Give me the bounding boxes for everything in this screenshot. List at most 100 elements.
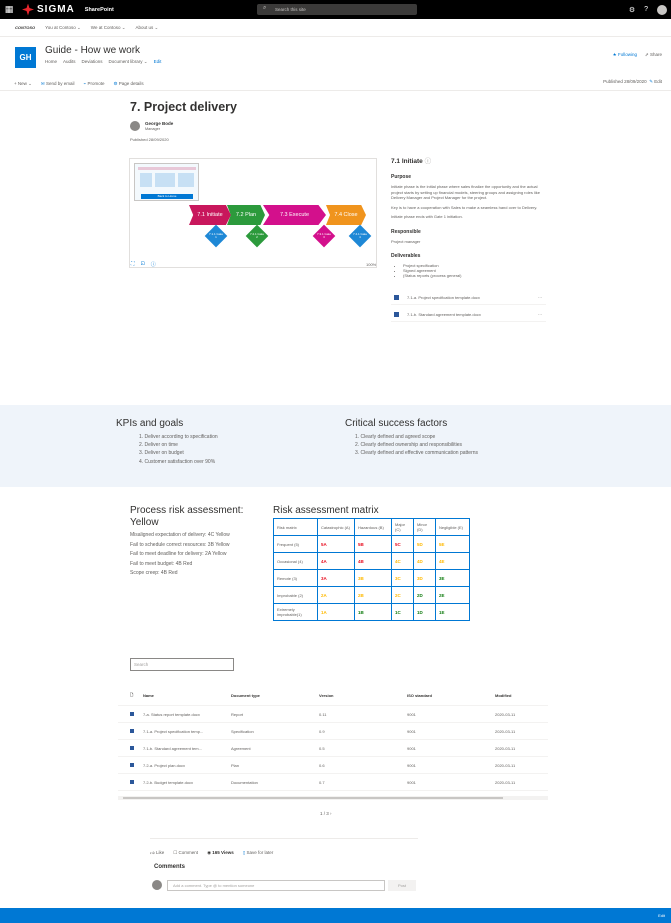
gate-2-label: 7.2.1 Gate 2 bbox=[249, 231, 264, 240]
table-row[interactable]: 7.1-b. Standard agreement tem... Agreeme… bbox=[118, 740, 548, 757]
site-title[interactable]: Guide - How we work bbox=[45, 45, 140, 56]
gear-icon[interactable]: ⚙ bbox=[629, 6, 635, 14]
matrix-row-label: Frequent (5) bbox=[273, 535, 318, 553]
author-avatar[interactable] bbox=[130, 121, 140, 131]
file-name[interactable]: 7-a. Status report template.docx bbox=[143, 712, 231, 717]
help-icon[interactable]: ? bbox=[644, 6, 648, 13]
column-header-modified[interactable]: Modified bbox=[495, 693, 548, 698]
table-row[interactable]: 7.2-b. Budget template.docx Documentatio… bbox=[118, 774, 548, 791]
hub-logo[interactable]: CONTOSO bbox=[15, 25, 35, 30]
info-icon[interactable]: ⓘ bbox=[151, 261, 156, 268]
like-button[interactable]: 👍︎ Like bbox=[150, 850, 164, 856]
file-name[interactable]: 7.1-b. Standard agreement tem... bbox=[143, 746, 231, 751]
brand-logo[interactable]: SIGMA bbox=[22, 3, 75, 16]
info-icon[interactable]: ⓘ bbox=[425, 158, 432, 165]
like-label: Like bbox=[155, 850, 165, 855]
file-name[interactable]: 7.1-a. Project specification temp... bbox=[143, 729, 231, 734]
file-icon-cell bbox=[118, 712, 143, 716]
step-execute[interactable]: 7.3 Execute bbox=[263, 205, 326, 225]
send-email-label: Send by email bbox=[45, 80, 75, 86]
kpi-item: 2. Deliver on time bbox=[139, 442, 178, 449]
column-header-doctype[interactable]: Document type bbox=[231, 693, 319, 698]
social-bar: 👍︎ Like ☐ Comment ◉ 165 Views ▯ Save for… bbox=[150, 838, 418, 856]
post-button[interactable]: Post bbox=[388, 880, 416, 891]
hub-item-you[interactable]: You at Contoso ⌄ bbox=[45, 25, 81, 31]
process-diagram[interactable]: Back to Home 7.1 Initiate 7.2 Plan 7.3 E… bbox=[129, 158, 377, 268]
file-name[interactable]: 7.2-b. Budget template.docx bbox=[143, 780, 231, 785]
matrix-header-cell: Minor (D) bbox=[413, 518, 436, 536]
step-initiate[interactable]: 7.1 Initiate bbox=[189, 205, 231, 225]
more-options-icon[interactable]: ··· bbox=[538, 312, 542, 317]
kpi-item: 3. Deliver on budget bbox=[139, 450, 184, 457]
save-for-later-button[interactable]: ▯ Save for later bbox=[243, 850, 274, 856]
iso-standard: 9001 bbox=[407, 728, 416, 734]
pagination[interactable]: 1 / 3 › bbox=[320, 811, 332, 816]
site-nav-deviations[interactable]: Deviations bbox=[82, 59, 103, 65]
published-status: Published 28/09/2020 ✎ Edit bbox=[603, 79, 662, 85]
page-details-button[interactable]: ⚙ Page details bbox=[113, 81, 143, 87]
diagram-thumbnail[interactable]: Back to Home bbox=[134, 163, 199, 201]
library-search-input[interactable]: Search bbox=[130, 658, 234, 671]
word-doc-icon bbox=[130, 780, 134, 784]
horizontal-scrollbar[interactable] bbox=[118, 796, 548, 800]
matrix-row: Frequent (5) 5A 5B 5C 5D 5E bbox=[273, 535, 470, 553]
gate-1[interactable]: 7.1.1 Gate 1 bbox=[204, 224, 228, 248]
matrix-cell: 4B bbox=[354, 552, 392, 570]
comment-button[interactable]: ☐ Comment bbox=[173, 850, 198, 856]
app-name[interactable]: SharePoint bbox=[85, 7, 114, 13]
table-row[interactable]: 7.1-a. Project specification temp... Spe… bbox=[118, 723, 548, 740]
author-name[interactable]: George Bode bbox=[145, 121, 173, 126]
more-options-icon[interactable]: ··· bbox=[538, 295, 542, 300]
new-button[interactable]: + New ⌄ bbox=[14, 81, 32, 87]
matrix-row: Improbable (2) 2A 2B 2C 2D 2E bbox=[273, 586, 470, 604]
hub-item-we[interactable]: We at Contoso ⌄ bbox=[91, 25, 126, 31]
gate-4[interactable]: 7.4.1 Gate 4 bbox=[348, 224, 372, 248]
file-type-icon[interactable]: 🗋 bbox=[118, 692, 143, 699]
matrix-cell: 3D bbox=[413, 569, 436, 587]
comment-input[interactable]: Add a comment. Type @ to mention someone bbox=[167, 880, 385, 891]
footer-edit-button[interactable]: Edit bbox=[658, 913, 665, 918]
scrollbar-thumb[interactable] bbox=[123, 797, 503, 799]
gate-3[interactable]: 7.3.1 Gate 3 bbox=[312, 224, 336, 248]
edit-page-button[interactable]: ✎ Edit bbox=[649, 79, 662, 84]
share-button[interactable]: ⇗ Share bbox=[645, 52, 662, 58]
promote-label: Promote bbox=[87, 80, 105, 86]
app-launcher-icon[interactable]: ▦ bbox=[0, 0, 18, 19]
responsible-text: Project manager bbox=[391, 238, 421, 244]
panel-document-link[interactable]: 7.1-b. Standard agreement template.docx ·… bbox=[391, 308, 546, 322]
expand-icon[interactable]: ⛶ bbox=[131, 261, 135, 268]
step-close[interactable]: 7.4 Close bbox=[326, 205, 366, 225]
hub-item-about[interactable]: About us ⌄ bbox=[136, 25, 159, 31]
promote-button[interactable]: ⌁ Promote bbox=[83, 81, 104, 87]
kpi-item: 4. Customer satisfaction over 90% bbox=[139, 458, 216, 465]
site-nav-library[interactable]: Document library ⌄ bbox=[109, 59, 148, 65]
panel-document-link[interactable]: 7.1-a. Project specification template.do… bbox=[391, 291, 546, 305]
table-row[interactable]: 7-a. Status report template.docx Report … bbox=[118, 706, 548, 723]
doc-type: Plan bbox=[231, 762, 240, 768]
site-nav-edit[interactable]: Edit bbox=[154, 59, 162, 65]
site-nav-home[interactable]: Home bbox=[45, 59, 57, 65]
back-to-home-button[interactable]: Back to Home bbox=[141, 194, 193, 199]
step-plan[interactable]: 7.2 Plan bbox=[227, 205, 265, 225]
column-header-iso[interactable]: ISO standard bbox=[407, 693, 495, 698]
gate-2[interactable]: 7.2.1 Gate 2 bbox=[245, 224, 269, 248]
site-logo[interactable]: GH bbox=[15, 47, 36, 68]
user-avatar[interactable] bbox=[657, 4, 667, 15]
zoom-level[interactable]: 100% bbox=[366, 262, 376, 267]
share-icon[interactable]: ⊡ bbox=[141, 261, 145, 268]
matrix-cell: 5E bbox=[435, 535, 470, 553]
panel-title: 7.1 Initiate ⓘ bbox=[391, 155, 546, 165]
following-button[interactable]: ★ Following bbox=[613, 52, 637, 58]
file-name[interactable]: 7.2-a. Project plan.docx bbox=[143, 763, 231, 768]
risk-item: Fail to schedule correct resources: 3B Y… bbox=[130, 541, 230, 548]
table-row[interactable]: 7.2-a. Project plan.docx Plan 0.6 9001 2… bbox=[118, 757, 548, 774]
column-header-version[interactable]: Version bbox=[319, 693, 407, 698]
send-email-button[interactable]: ✉ Send by email bbox=[41, 81, 75, 87]
search-icon: ⌕ bbox=[263, 5, 267, 11]
search-box[interactable]: ⌕ Search this site bbox=[257, 4, 417, 15]
modified-date: 2020-03-11 bbox=[495, 728, 516, 734]
word-doc-icon bbox=[394, 312, 399, 317]
matrix-cell: 3B bbox=[354, 569, 392, 587]
column-header-name[interactable]: Name bbox=[143, 693, 231, 698]
site-nav-audits[interactable]: Audits bbox=[63, 59, 76, 65]
